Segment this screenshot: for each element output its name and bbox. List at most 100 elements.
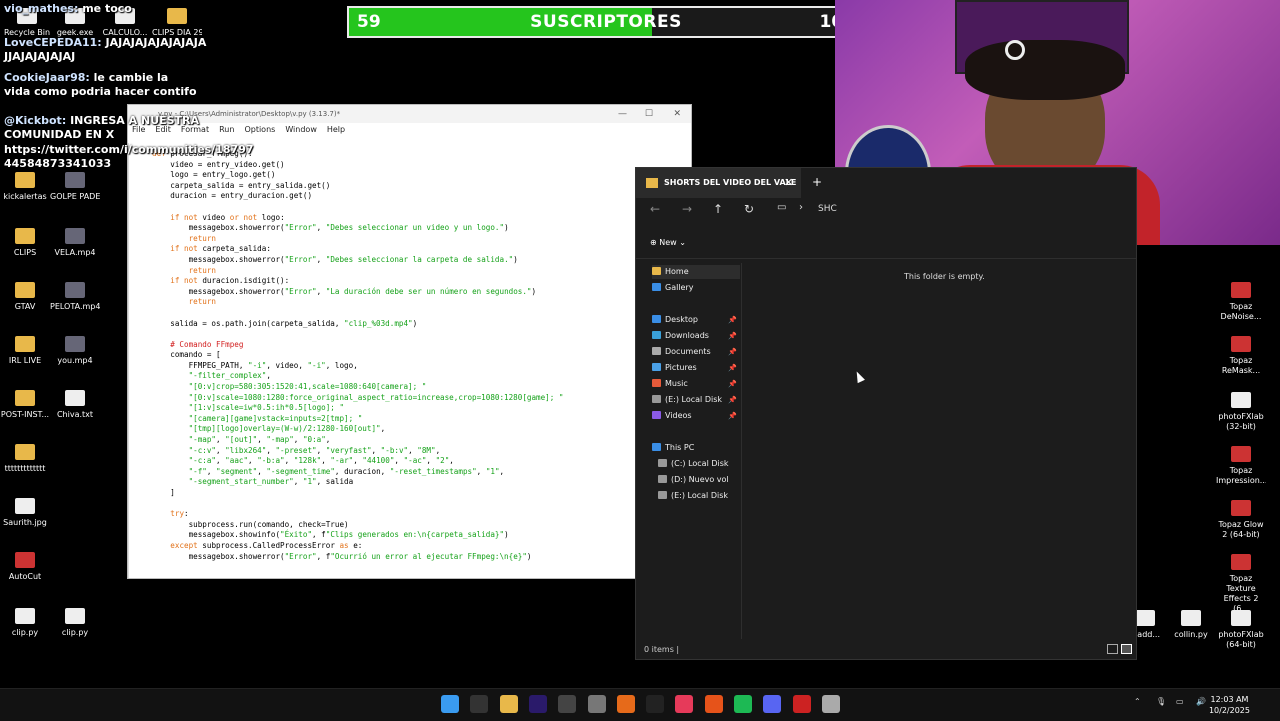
desktop-icon[interactable]: Chiva.txt — [50, 390, 100, 420]
spotify-icon[interactable] — [734, 695, 752, 713]
menu-item-options[interactable]: Options — [244, 125, 275, 134]
line-gutter — [128, 143, 129, 578]
nav-item[interactable]: (C:) Local Disk — [658, 457, 746, 471]
clock[interactable]: 12:03 AM 10/2/2025 — [1209, 694, 1250, 716]
desktop-icon[interactable]: clip.py — [0, 608, 50, 638]
nav-item[interactable]: (E:) Local Disk — [658, 489, 746, 503]
menu-item-window[interactable]: Window — [285, 125, 317, 134]
tiles-view-icon[interactable] — [1121, 644, 1132, 654]
start-icon[interactable] — [441, 695, 459, 713]
idle-title-bar[interactable]: v.py - C:\Users\Administrator\Desktop\v.… — [128, 105, 691, 123]
volume-icon[interactable]: 🔊 — [1196, 697, 1206, 706]
idle-editor-window[interactable]: v.py - C:\Users\Administrator\Desktop\v.… — [127, 104, 692, 579]
brave-icon[interactable] — [704, 695, 723, 713]
pin-icon: 📌 — [728, 348, 737, 356]
microphone-icon[interactable]: 🎙 — [1156, 697, 1166, 706]
nav-item[interactable]: Home — [652, 265, 740, 279]
back-arrow-icon[interactable]: ← — [650, 202, 660, 216]
chat-text: le cambie la — [93, 71, 169, 84]
code-line: comando = [ — [152, 350, 221, 360]
desktop-icon[interactable]: AutoCut — [0, 552, 50, 582]
file-explorer-icon[interactable] — [499, 695, 518, 713]
desktop-icon[interactable]: Topaz ReMask... — [1216, 336, 1266, 376]
desktop-icon[interactable]: Topaz Impression... — [1216, 446, 1266, 486]
new-button[interactable]: ⊕ New ⌄ — [650, 238, 686, 247]
desktop-icon[interactable]: POST-INST... — [0, 390, 50, 420]
chevron-up-icon[interactable]: ⌃ — [1134, 697, 1141, 706]
new-tab-button[interactable]: + — [812, 175, 822, 189]
code-line: video = entry_video.get() — [152, 159, 285, 169]
nav-item-icon — [652, 331, 661, 339]
explorer-tab[interactable]: SHORTS DEL VIDEO DEL VALE ✕ — [636, 168, 801, 198]
nav-item-label: (E:) Local Disk — [665, 395, 722, 404]
menu-item-run[interactable]: Run — [219, 125, 234, 134]
refresh-icon[interactable]: ↻ — [744, 202, 754, 216]
discord-icon[interactable] — [763, 695, 782, 713]
app-red-icon[interactable] — [792, 695, 811, 713]
code-line: "[0:v]scale=1080:1280:force_original_asp… — [188, 392, 564, 402]
desktop-icon[interactable]: photoFXlab (32-bit) — [1216, 392, 1266, 432]
maximize-button[interactable]: ☐ — [645, 105, 653, 123]
forward-arrow-icon[interactable]: → — [682, 202, 692, 216]
terminal-icon[interactable] — [646, 695, 665, 713]
menu-item-help[interactable]: Help — [327, 125, 345, 134]
premiere-icon[interactable] — [528, 695, 547, 713]
firefox-icon[interactable] — [616, 695, 635, 713]
close-button[interactable]: ✕ — [673, 105, 681, 123]
obs-icon[interactable] — [558, 695, 577, 713]
minimize-button[interactable]: — — [618, 105, 627, 123]
nav-item[interactable]: Desktop 📌 — [652, 313, 740, 327]
desktop-icon[interactable]: IRL LIVE — [0, 336, 50, 366]
nav-item[interactable]: Pictures 📌 — [652, 361, 740, 375]
pin-icon: 📌 — [728, 412, 737, 420]
desktop-icon[interactable]: kickalertas — [0, 172, 50, 202]
file-explorer-window[interactable]: SHORTS DEL VIDEO DEL VALE ✕ + ← → ↑ ↻ ▭ … — [635, 167, 1137, 660]
desktop-icon[interactable]: Topaz Glow 2 (64-bit) — [1216, 500, 1266, 540]
pin-icon: 📌 — [728, 316, 737, 324]
desktop-icon[interactable]: ttttttttttttt — [0, 444, 50, 474]
nav-item[interactable]: Videos 📌 — [652, 409, 740, 423]
chat-message: CookieJaar98: le cambie la — [4, 71, 168, 84]
desktop-icon-label: CLIPS — [13, 248, 37, 257]
desktop-icon[interactable]: GOLPE PADEL.mp4 — [50, 172, 100, 202]
epic-games-icon[interactable] — [470, 695, 489, 713]
nav-item[interactable]: Gallery — [652, 281, 740, 295]
nav-item-label: Home — [665, 267, 689, 276]
nav-item[interactable]: Downloads 📌 — [652, 329, 740, 343]
code-line: "-f", "segment", "-segment_time", duraci… — [188, 466, 505, 476]
desktop-icon[interactable]: collin.py — [1166, 610, 1216, 640]
nav-item[interactable]: This PC — [652, 441, 740, 455]
pin-icon: 📌 — [728, 396, 737, 404]
nav-item-icon — [652, 315, 661, 323]
code-line: "[1:v]scale=iw*0.5:ih*0.5[logo]; " — [188, 403, 345, 413]
monitor-icon[interactable]: ▭ — [777, 202, 786, 213]
desktop-icon[interactable]: PELOTA.mp4 — [50, 282, 100, 312]
desktop-icon[interactable]: you.mp4 — [50, 336, 100, 366]
desktop-icon[interactable]: VELA.mp4 — [50, 228, 100, 258]
nav-item[interactable]: Documents 📌 — [652, 345, 740, 359]
code-line: # Comando FFmpeg — [152, 339, 244, 349]
chevron-right-icon: › — [799, 202, 803, 213]
desktop-icon[interactable]: CLIPS — [0, 228, 50, 258]
breadcrumb[interactable]: SHC — [818, 204, 837, 214]
desktop-icon[interactable]: Saurith.jpg — [0, 498, 50, 528]
desktop-icon[interactable]: CLIPS DIA 29 — [152, 8, 202, 38]
desktop-icon[interactable]: clip.py — [50, 608, 100, 638]
desktop-icon[interactable]: Topaz Texture Effects 2 (6... — [1216, 554, 1266, 614]
tab-close-icon[interactable]: ✕ — [784, 168, 793, 198]
nav-item-label: This PC — [665, 443, 695, 452]
desktop-icon[interactable]: Topaz DeNoise... — [1216, 282, 1266, 322]
desktop-icon[interactable]: photoFXlab (64-bit) — [1216, 610, 1266, 650]
code-editor[interactable]: def procesar_ffmpeg(): video = entry_vid… — [152, 149, 691, 562]
nav-item[interactable]: (E:) Local Disk 📌 — [652, 393, 740, 407]
desktop-icon[interactable]: GTAV — [0, 282, 50, 312]
network-icon[interactable]: ▭ — [1176, 697, 1184, 706]
notepad-icon[interactable] — [821, 695, 840, 713]
desktop-icon-label: collin.py — [1174, 630, 1208, 639]
nav-item[interactable]: Music 📌 — [652, 377, 740, 391]
recycle-icon[interactable] — [587, 695, 606, 713]
up-arrow-icon[interactable]: ↑ — [713, 202, 723, 216]
nav-item[interactable]: (D:) Nuevo vol — [658, 473, 746, 487]
details-view-icon[interactable] — [1107, 644, 1118, 654]
capcut-icon[interactable] — [675, 695, 694, 713]
